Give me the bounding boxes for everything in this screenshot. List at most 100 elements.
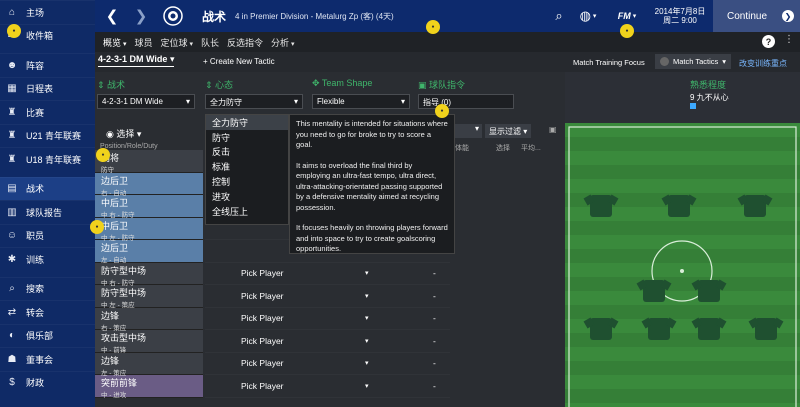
more-options-button[interactable]: ⋮ [784, 34, 794, 45]
sidebar-item-board[interactable]: ☗ 董事会 [0, 347, 95, 371]
sidebar-item-label: 训练 [26, 254, 45, 265]
sidebar-item-calendar[interactable]: ▦ 日程表 [0, 76, 95, 101]
sidebar-item-transfer[interactable]: ⇄ 转会 [0, 300, 95, 324]
position-row[interactable]: 防守型中场中 左 - 策应 [95, 285, 203, 309]
sidebar-item-squad[interactable]: ☻ 阵容 [0, 53, 95, 77]
tab-2[interactable]: 定位球 ▾ [161, 36, 193, 49]
date-display[interactable]: 2014年7月8日 周二 9:00 [647, 0, 713, 32]
position-row[interactable]: 边锋左 - 策应 [95, 352, 203, 377]
player-shirt-right-midfield[interactable] [744, 195, 766, 217]
search-button[interactable]: ⌕ [547, 0, 571, 32]
tab-4[interactable]: 反选指令 [227, 36, 263, 49]
chevron-down-icon[interactable]: ▾ [365, 269, 369, 277]
previous-dropdown[interactable]: ▾ [452, 124, 482, 138]
sidebar-item-search[interactable]: ⌕ 搜索 [0, 276, 95, 301]
player-shirt-center-back-right[interactable] [698, 318, 720, 340]
pick-player-row[interactable]: Pick Player ▾ - [205, 330, 450, 353]
continue-button[interactable]: Continue ❯ [713, 0, 800, 32]
mentality-option[interactable]: 全线压上 [206, 204, 288, 219]
sidebar-item-tactics[interactable]: ▤ 战术 [0, 176, 95, 200]
create-tactic-button[interactable]: + Create New Tactic [203, 57, 275, 66]
pick-player-label: Pick Player [241, 335, 284, 346]
pick-player-row[interactable]: Pick Player ▾ - [205, 263, 450, 285]
position-row[interactable]: 攻击型中场中 - 前锋 [95, 330, 203, 354]
world-button[interactable]: ◍ ▾ [571, 0, 605, 32]
sidebar-item-trophy[interactable]: ♜ 比赛 [0, 100, 95, 124]
tab-0[interactable]: 概览 ▾ [103, 36, 126, 49]
sidebar-item-training[interactable]: ✱ 训练 [0, 247, 95, 271]
sidebar-item-staff[interactable]: ☺ 职员 [0, 223, 95, 248]
create-tactic-label: + Create New Tactic [203, 57, 275, 66]
average-header[interactable]: 平均... [521, 143, 541, 153]
sidebar-item-finance[interactable]: $ 财政 [0, 370, 95, 395]
team-shape-select[interactable]: Flexible ▾ [312, 94, 410, 109]
tactics-pitch [565, 123, 800, 407]
choice-header[interactable]: 选择 [496, 143, 510, 153]
change-training-focus-link[interactable]: 改变训练重点 [739, 58, 787, 69]
pick-player-row[interactable]: Pick Player ▾ - [205, 308, 450, 330]
tab-3[interactable]: 队长 [201, 36, 219, 49]
position-row[interactable]: 突前前锋中 - 进攻 [95, 375, 203, 399]
select-dropdown[interactable]: ◉ 选择 ▾ [106, 127, 141, 140]
position-row[interactable]: 防守型中场中 右 - 防守 [95, 262, 203, 287]
tab-5[interactable]: 分析 ▾ [271, 36, 294, 49]
pick-player-row[interactable]: Pick Player ▾ - [205, 353, 450, 375]
search-icon: ⌕ [9, 283, 15, 295]
player-shirt-center-back-left[interactable] [648, 318, 670, 340]
club-badge[interactable] [159, 0, 187, 32]
player-shirt-defensive-mid-right[interactable] [698, 280, 720, 302]
mentality-select[interactable]: 全力防守 ▾ [205, 94, 303, 109]
help-button[interactable]: ? [762, 35, 775, 48]
match-tactics-dropdown[interactable]: Match Tactics ▾ [655, 54, 732, 69]
top-bar: ❮ ❯ 战术 4 in Premier Division - Metalurg … [95, 0, 800, 32]
chevron-down-icon[interactable]: ▾ [365, 337, 369, 345]
player-shirt-right-back[interactable] [755, 318, 777, 340]
forward-button[interactable]: ❯ [127, 0, 155, 32]
chevron-down-icon[interactable]: ▾ [365, 359, 369, 367]
sidebar-item-club[interactable]: ◐ 俱乐部 [0, 323, 95, 348]
position-row[interactable]: 边后卫左 - 自动 [95, 240, 203, 264]
sidebar-item-label: U21 青年联赛 [26, 131, 82, 142]
position-role: 攻击型中场 [101, 333, 147, 343]
tab-1[interactable]: 球员 [134, 36, 152, 49]
sidebar-item-home[interactable]: ⌂ 主场 [0, 0, 95, 24]
sidebar: ⌂主场✉收件箱☻阵容▦日程表♜比赛♜U21 青年联赛♜U18 青年联赛▤战术▥球… [0, 0, 95, 407]
formation-selector[interactable]: 4-2-3-1 DM Wide ▾ [98, 54, 175, 67]
position-row[interactable]: 中后卫中 右 - 防守 [95, 195, 203, 219]
filter-dropdown[interactable]: 显示过滤 ▾ [485, 124, 532, 138]
position-row[interactable]: 门将 防守 [95, 150, 203, 174]
pick-player-row[interactable]: Pick Player ▾ - [205, 375, 450, 398]
position-role: 边锋 [101, 310, 120, 321]
position-row[interactable]: 边锋右 - 策应 [95, 307, 203, 332]
shape-icon: ✥ [312, 78, 322, 88]
back-button[interactable]: ❮ [98, 0, 126, 32]
team-instructions-button[interactable]: 指导 (0) [418, 94, 514, 109]
pick-player-label: Pick Player [241, 290, 284, 301]
mentality-option[interactable]: 标准 [206, 159, 288, 174]
chevron-down-icon[interactable]: ▾ [365, 382, 369, 390]
position-row[interactable]: 中后卫中 左 - 防守 [95, 217, 203, 242]
player-shirt-center-midfield[interactable] [668, 195, 690, 217]
player-shirt-left-back[interactable] [590, 318, 612, 340]
player-shirt-left-midfield[interactable] [590, 195, 612, 217]
sidebar-item-report[interactable]: ▥ 球队报告 [0, 200, 95, 224]
sidebar-item-u18[interactable]: ♜ U18 青年联赛 [0, 147, 95, 171]
pick-player-row[interactable]: Pick Player ▾ - [205, 285, 450, 308]
tactic-select[interactable]: 4-2-3-1 DM Wide ▾ [97, 94, 195, 109]
mentality-option[interactable]: 全力防守 [206, 115, 288, 130]
tab-label: 概览 [103, 37, 122, 48]
chevron-down-icon[interactable]: ▾ [365, 292, 369, 300]
mentality-option[interactable]: 控制 [206, 174, 288, 189]
sidebar-item-u21[interactable]: ♜ U21 青年联赛 [0, 123, 95, 148]
player-shirt-defensive-mid-left[interactable] [643, 280, 665, 302]
sub-navigation: 概览 ▾ 球员 定位球 ▾ 队长 反选指令 分析 ▾ [95, 32, 800, 52]
pitch-lines [568, 126, 797, 407]
condition-header[interactable]: 体能 [455, 143, 469, 153]
position-row[interactable]: 边后卫右 - 自动 [95, 172, 203, 197]
mentality-option[interactable]: 反击 [206, 145, 288, 160]
mentality-option[interactable]: 防守 [206, 130, 288, 145]
lock-icon[interactable]: ▣ [549, 125, 557, 134]
mentality-option[interactable]: 进攻 [206, 189, 288, 204]
tooltip-paragraph: It aims to overload the final third by e… [296, 160, 443, 212]
chevron-down-icon[interactable]: ▾ [365, 314, 369, 322]
